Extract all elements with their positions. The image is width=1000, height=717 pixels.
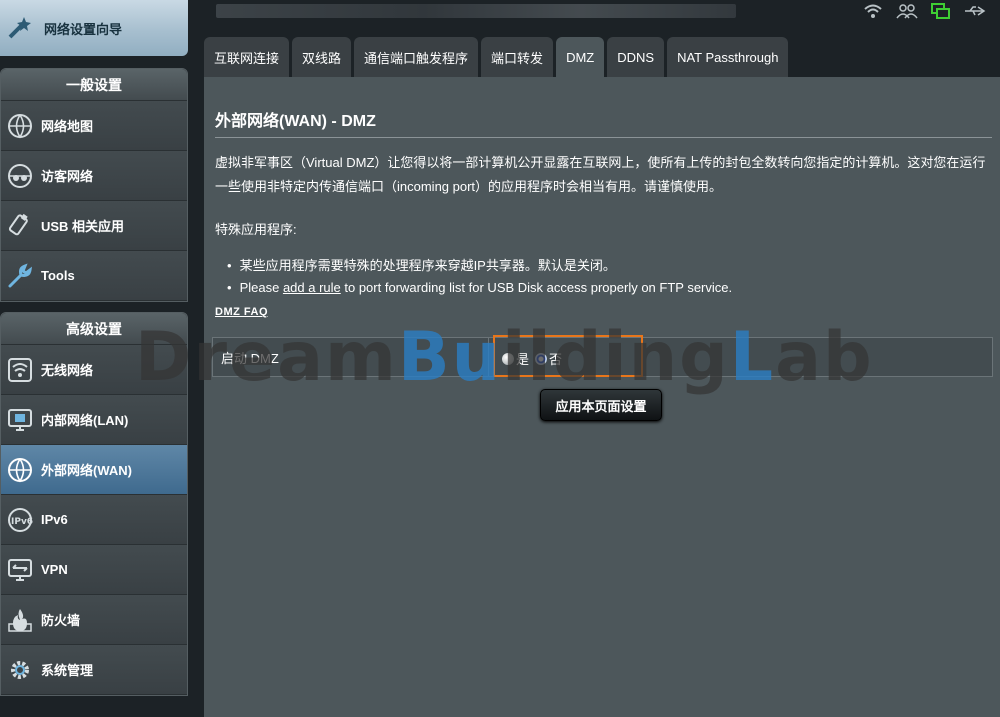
advanced-settings-title: 高级设置: [1, 313, 187, 345]
network-status-icon[interactable]: [930, 2, 952, 20]
sidebar-item-label: 访客网络: [41, 169, 94, 184]
globe-icon: [5, 111, 35, 141]
firewall-icon: [5, 605, 35, 635]
sidebar-item-label: 系统管理: [41, 663, 94, 678]
sidebar-item-administration[interactable]: 系统管理: [1, 645, 187, 695]
sidebar-item-label: Tools: [41, 268, 75, 283]
radio-yes-label: 是: [516, 352, 530, 367]
tab-port-forwarding[interactable]: 端口转发: [481, 37, 554, 77]
sidebar-item-tools[interactable]: Tools: [1, 251, 187, 301]
advanced-settings-group: 高级设置 无线网络 内部网络(LAN) 外部网络(WAN) IPv6 IPv6 …: [0, 312, 188, 696]
radio-no[interactable]: [535, 352, 548, 365]
list-item: 某些应用程序需要特殊的处理程序来穿越IP共享器。默认是关闭。: [239, 255, 732, 277]
guest-network-icon: [5, 161, 35, 191]
sidebar-item-label: VPN: [41, 562, 68, 577]
dmz-faq-link[interactable]: DMZ FAQ: [215, 306, 268, 318]
tab-ddns[interactable]: DDNS: [607, 37, 665, 77]
network-setup-wizard-button[interactable]: 网络设置向导: [0, 0, 188, 56]
usb-icon: [5, 211, 35, 241]
globe-icon: [5, 455, 35, 485]
sidebar-item-wan[interactable]: 外部网络(WAN): [1, 445, 187, 495]
tab-nat-passthrough[interactable]: NAT Passthrough: [667, 37, 789, 77]
radio-yes[interactable]: [502, 352, 514, 365]
wizard-icon: [8, 17, 31, 39]
sidebar-item-guest-network[interactable]: 访客网络: [1, 151, 187, 201]
sidebar-item-label: IPv6: [41, 512, 68, 527]
sidebar-item-firewall[interactable]: 防火墙: [1, 595, 187, 645]
dmz-panel: 外部网络(WAN) - DMZ 虚拟非军事区（Virtual DMZ）让您得以将…: [204, 77, 1000, 717]
list-item: Please add a rule to port forwarding lis…: [239, 277, 733, 299]
sidebar-item-lan[interactable]: 内部网络(LAN): [1, 395, 187, 445]
sidebar-item-label: 无线网络: [41, 363, 94, 378]
enable-dmz-radio-group: 是 否: [502, 349, 562, 368]
wifi-icon: [5, 355, 35, 385]
radio-no-label: 否: [549, 352, 563, 367]
sidebar-item-label: 防火墙: [41, 613, 81, 628]
page-title: 外部网络(WAN) - DMZ: [215, 113, 376, 130]
vpn-icon: [5, 555, 35, 585]
bullet-text-pre: Please: [239, 280, 283, 295]
sidebar-item-wireless[interactable]: 无线网络: [1, 345, 187, 395]
sidebar: 网络设置向导 一般设置 网络地图 访客网络 USB 相关应用 Tools 高级设…: [0, 0, 190, 717]
enable-dmz-label: 启动 DMZ: [213, 338, 489, 376]
sidebar-item-network-map[interactable]: 网络地图: [1, 101, 187, 151]
sidebar-item-label: USB 相关应用: [41, 219, 125, 234]
apply-settings-button[interactable]: 应用本页面设置: [540, 389, 662, 421]
general-settings-group: 一般设置 网络地图 访客网络 USB 相关应用 Tools: [0, 68, 188, 302]
lan-icon: [5, 405, 35, 435]
users-icon[interactable]: [896, 2, 918, 20]
wrench-icon: [5, 261, 35, 291]
special-apps-heading: 特殊应用程序:: [215, 222, 297, 237]
special-apps-list: 某些应用程序需要特殊的处理程序来穿越IP共享器。默认是关闭。 Please ad…: [239, 255, 733, 299]
divider: [215, 137, 992, 138]
top-status-bar: [190, 0, 1000, 36]
wifi-status-icon[interactable]: [862, 2, 884, 20]
usb-status-icon[interactable]: [964, 2, 986, 20]
sidebar-item-label: 外部网络(WAN): [41, 463, 132, 478]
bullet-text-post: to port forwarding list for USB Disk acc…: [340, 280, 733, 295]
sidebar-item-vpn[interactable]: VPN: [1, 545, 187, 595]
gear-icon: [5, 655, 35, 685]
general-settings-title: 一般设置: [1, 69, 187, 101]
enable-dmz-row: 启动 DMZ 是 否: [212, 335, 993, 377]
ipv6-icon: IPv6: [5, 505, 35, 535]
add-rule-link[interactable]: add a rule: [283, 280, 341, 295]
wan-tabs: 互联网连接 双线路 通信端口触发程序 端口转发 DMZ DDNS NAT Pas…: [204, 37, 789, 77]
sidebar-item-ipv6[interactable]: IPv6 IPv6: [1, 495, 187, 545]
tab-dmz[interactable]: DMZ: [556, 37, 605, 77]
tab-internet-connection[interactable]: 互联网连接: [204, 37, 290, 77]
dmz-description: 虚拟非军事区（Virtual DMZ）让您得以将一部计算机公开显露在互联网上，使…: [215, 155, 986, 194]
sidebar-item-usb-apps[interactable]: USB 相关应用: [1, 201, 187, 251]
blurred-header-text: [216, 4, 736, 18]
status-icons: [862, 2, 986, 20]
svg-text:IPv6: IPv6: [11, 517, 33, 527]
wizard-label: 网络设置向导: [44, 21, 123, 37]
sidebar-item-label: 内部网络(LAN): [41, 413, 129, 428]
tab-port-trigger[interactable]: 通信端口触发程序: [354, 37, 479, 77]
tab-dual-wan[interactable]: 双线路: [292, 37, 352, 77]
sidebar-item-label: 网络地图: [41, 119, 94, 134]
bullet-text: 某些应用程序需要特殊的处理程序来穿越IP共享器。默认是关闭。: [239, 258, 616, 273]
